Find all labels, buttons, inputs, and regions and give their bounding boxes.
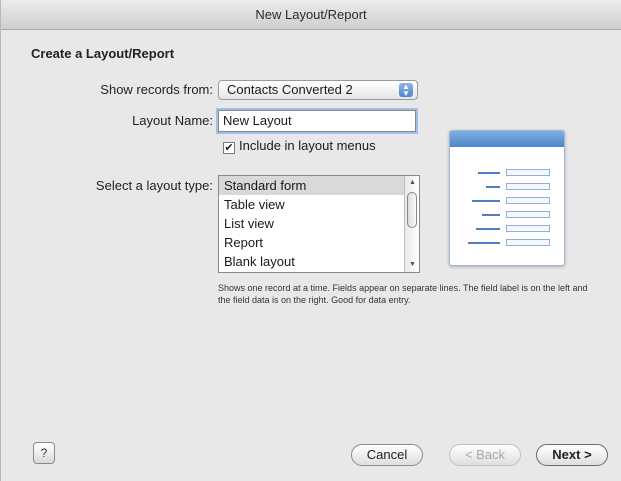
checkmark-icon[interactable]: ✔ — [223, 142, 235, 154]
layout-type-label: Select a layout type: — [95, 178, 213, 193]
list-item-list-view[interactable]: List view — [219, 214, 405, 233]
help-button[interactable]: ? — [33, 442, 55, 464]
preview-header — [450, 131, 564, 147]
question-icon: ? — [40, 446, 48, 460]
show-records-popup[interactable]: Contacts Converted 2 ▲ ▼ — [218, 80, 418, 100]
dialog-button-bar: ? Cancel < Back Next > — [1, 430, 621, 481]
scroll-down-arrow-icon[interactable]: ▼ — [407, 260, 418, 270]
cancel-button[interactable]: Cancel — [351, 444, 423, 466]
show-records-value: Contacts Converted 2 — [227, 82, 353, 97]
layout-name-input[interactable]: New Layout — [218, 110, 416, 132]
include-menus-checkbox-row[interactable]: ✔ Include in layout menus — [223, 138, 376, 154]
layout-name-label: Layout Name: — [132, 113, 213, 128]
layout-type-list[interactable]: Standard form Table view List view Repor… — [218, 175, 420, 273]
layout-type-description: Shows one record at a time. Fields appea… — [218, 283, 588, 305]
list-item-standard-form[interactable]: Standard form — [219, 176, 405, 195]
next-button[interactable]: Next > — [536, 444, 608, 466]
list-item-report[interactable]: Report — [219, 233, 405, 252]
new-layout-dialog: New Layout/Report Create a Layout/Report… — [0, 0, 621, 481]
show-records-label: Show records from: — [100, 82, 213, 97]
layout-preview-icon — [449, 130, 565, 266]
scroll-thumb[interactable] — [407, 192, 417, 228]
list-item-table-view[interactable]: Table view — [219, 195, 405, 214]
include-menus-label: Include in layout menus — [239, 138, 376, 153]
list-item-blank-layout[interactable]: Blank layout — [219, 252, 405, 271]
window-title: New Layout/Report — [1, 0, 621, 30]
list-scrollbar[interactable]: ▲ ▼ — [404, 176, 419, 272]
scroll-up-arrow-icon[interactable]: ▲ — [407, 178, 418, 188]
back-button[interactable]: < Back — [449, 444, 521, 466]
section-title: Create a Layout/Report — [31, 46, 175, 61]
up-down-arrows-icon: ▲ ▼ — [399, 83, 413, 98]
